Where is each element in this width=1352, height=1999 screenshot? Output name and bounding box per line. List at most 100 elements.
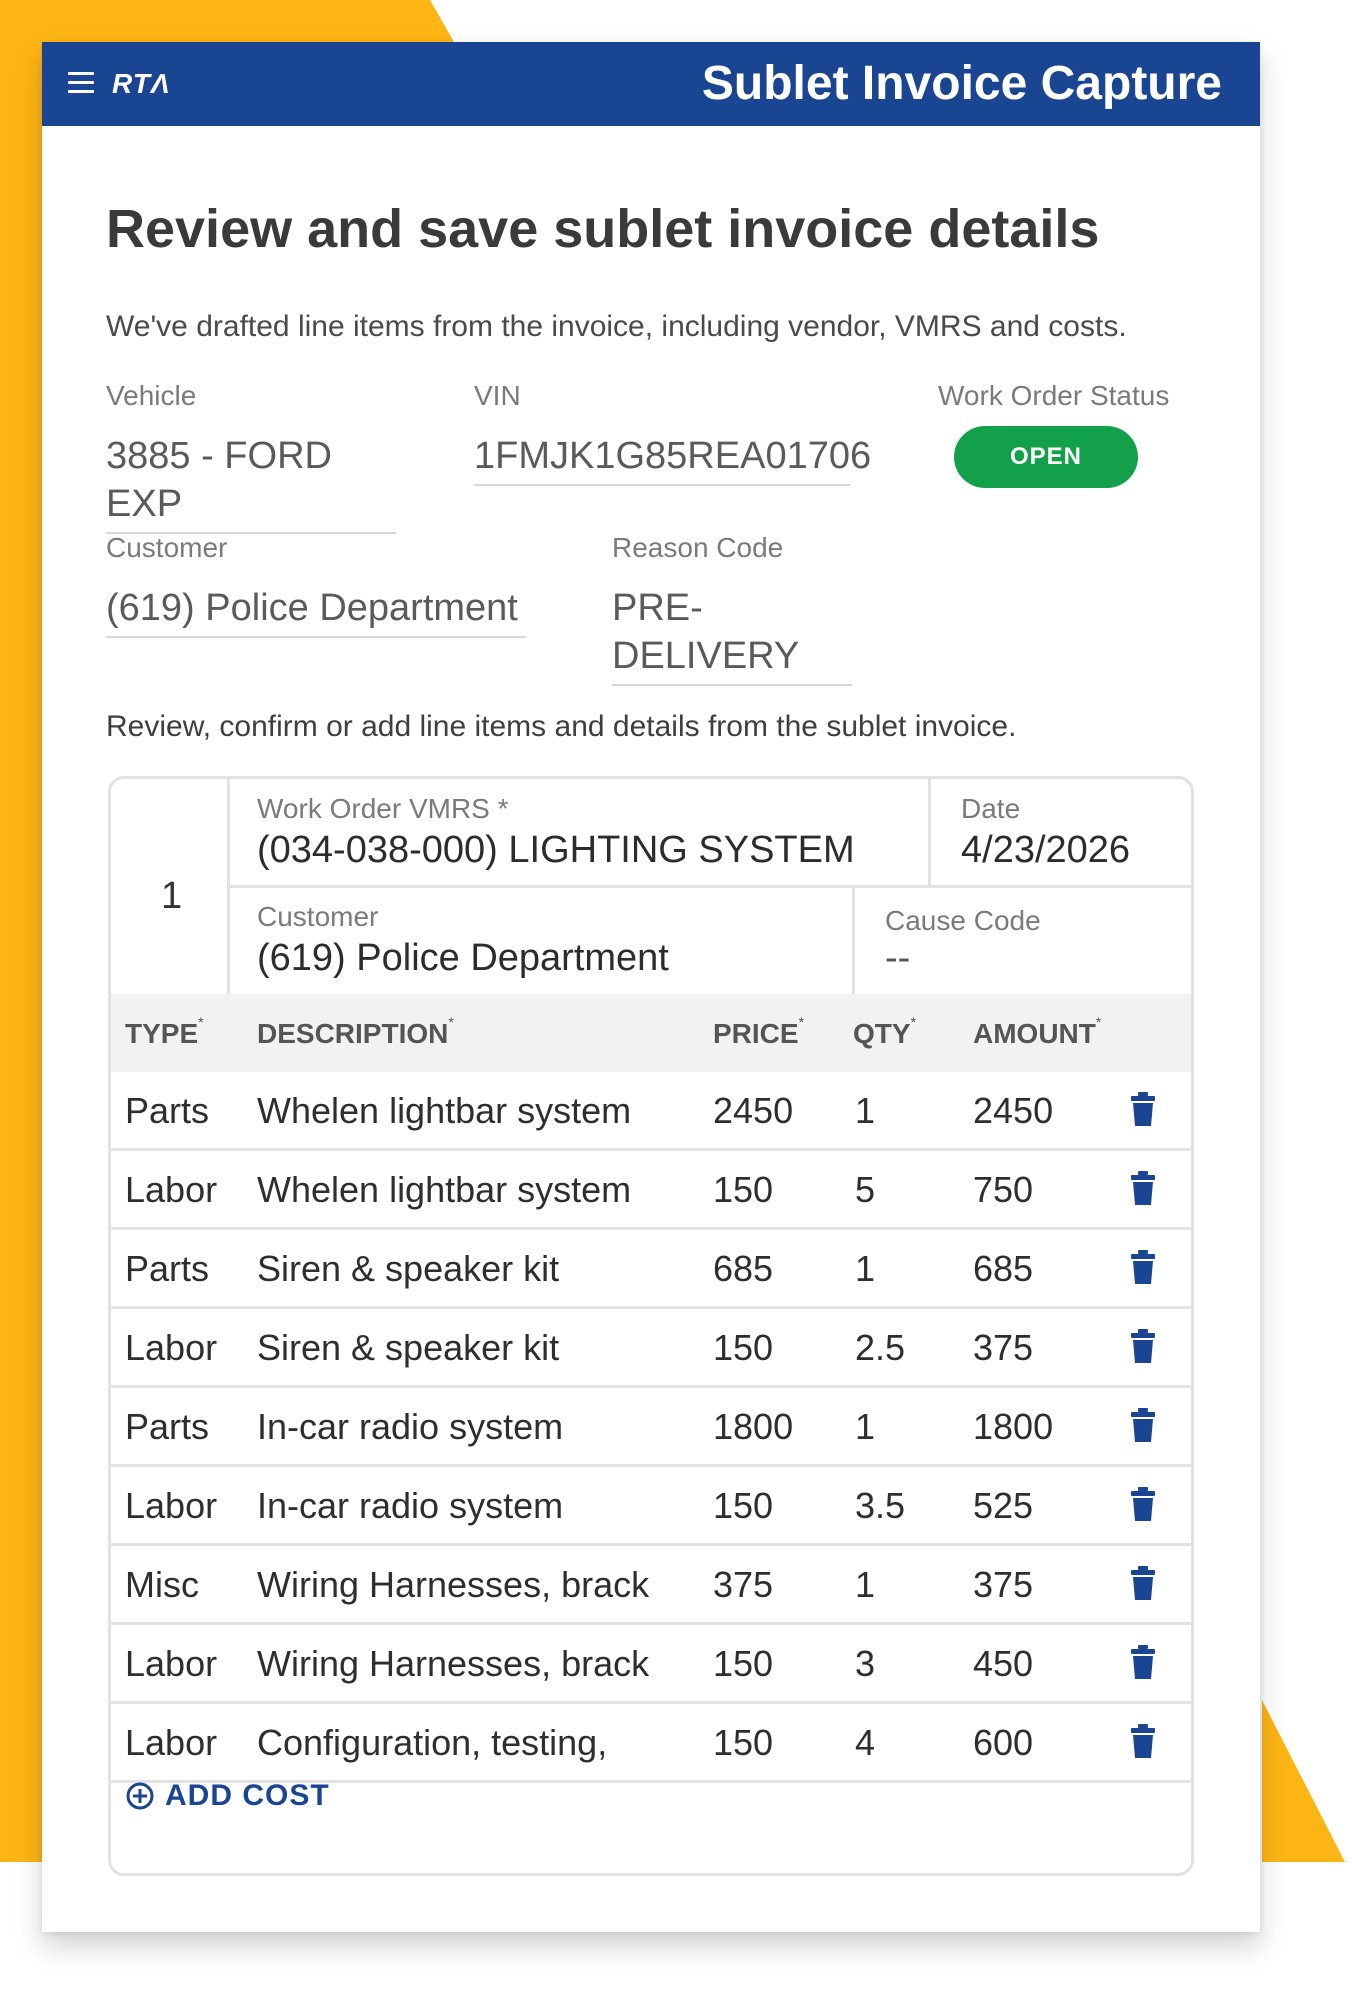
cell-description[interactable]: In-car radio system [257, 1485, 563, 1527]
cell-qty[interactable]: 2.5 [855, 1327, 905, 1369]
app-bar: RTΛ Sublet Invoice Capture [42, 42, 1260, 126]
work-order-status-label: Work Order Status [938, 380, 1170, 411]
plus-circle-icon [126, 1782, 154, 1810]
cell-price[interactable]: 150 [713, 1169, 773, 1211]
vehicle-label: Vehicle [106, 380, 197, 411]
cell-price[interactable]: 150 [713, 1643, 773, 1685]
cell-description[interactable]: In-car radio system [257, 1406, 563, 1448]
add-cost-label: ADD COST [165, 1779, 330, 1812]
page-title: Review and save sublet invoice details [106, 199, 1100, 259]
cell-amount[interactable]: 525 [973, 1485, 1033, 1527]
cell-qty[interactable]: 1 [855, 1090, 875, 1132]
line-customer-field[interactable]: (619) Police Department [257, 937, 669, 980]
table-row: Labor Wiring Harnesses, brack 150 3 450 [111, 1625, 1191, 1704]
vin-field[interactable]: 1FMJK1G85REA01706 [474, 432, 871, 486]
trash-icon[interactable] [1131, 1092, 1155, 1126]
cell-price[interactable]: 685 [713, 1248, 773, 1290]
cell-description[interactable]: Wiring Harnesses, brack [257, 1643, 649, 1685]
intro-text: We've drafted line items from the invoic… [106, 310, 1127, 343]
table-row: Parts Whelen lightbar system 2450 1 2450 [111, 1072, 1191, 1151]
cell-type[interactable]: Parts [125, 1406, 209, 1448]
cell-type[interactable]: Labor [125, 1485, 217, 1527]
vehicle-field[interactable]: 3885 - FORD EXP [106, 432, 396, 534]
customer-field[interactable]: (619) Police Department [106, 584, 526, 638]
table-row: Parts In-car radio system 1800 1 1800 [111, 1388, 1191, 1467]
table-row: Labor Whelen lightbar system 150 5 750 [111, 1151, 1191, 1230]
table-body: Parts Whelen lightbar system 2450 1 2450… [111, 1072, 1191, 1783]
cell-amount[interactable]: 2450 [973, 1090, 1053, 1132]
header-price: PRICE* [713, 1014, 805, 1049]
cell-price[interactable]: 2450 [713, 1090, 793, 1132]
cell-amount[interactable]: 375 [973, 1327, 1033, 1369]
vmrs-label: Work Order VMRS * [257, 793, 509, 824]
vmrs-field[interactable]: (034-038-000) LIGHTING SYSTEM [257, 829, 855, 872]
divider [227, 885, 1191, 888]
trash-icon[interactable] [1131, 1566, 1155, 1600]
cell-description[interactable]: Whelen lightbar system [257, 1169, 631, 1211]
table-row: Parts Siren & speaker kit 685 1 685 [111, 1230, 1191, 1309]
trash-icon[interactable] [1131, 1329, 1155, 1363]
hamburger-menu-icon[interactable] [68, 72, 94, 96]
line-item-number: 1 [161, 875, 183, 917]
review-instructions: Review, confirm or add line items and de… [106, 710, 1017, 743]
app-title: Sublet Invoice Capture [701, 57, 1222, 110]
header-amount: AMOUNT* [973, 1014, 1102, 1049]
cell-amount[interactable]: 1800 [973, 1406, 1053, 1448]
work-order-status-badge: OPEN [954, 426, 1138, 488]
trash-icon[interactable] [1131, 1645, 1155, 1679]
cell-qty[interactable]: 5 [855, 1169, 875, 1211]
trash-icon[interactable] [1131, 1724, 1155, 1758]
divider [852, 887, 855, 994]
cell-description[interactable]: Configuration, testing, [257, 1722, 607, 1764]
cell-type[interactable]: Misc [125, 1564, 199, 1606]
cell-price[interactable]: 150 [713, 1327, 773, 1369]
cell-qty[interactable]: 1 [855, 1248, 875, 1290]
trash-icon[interactable] [1131, 1250, 1155, 1284]
table-row: Labor In-car radio system 150 3.5 525 [111, 1467, 1191, 1546]
cell-type[interactable]: Labor [125, 1643, 217, 1685]
cell-type[interactable]: Parts [125, 1248, 209, 1290]
cell-qty[interactable]: 3 [855, 1643, 875, 1685]
header-type: TYPE* [125, 1014, 204, 1049]
cell-type[interactable]: Parts [125, 1090, 209, 1132]
cell-price[interactable]: 375 [713, 1564, 773, 1606]
cell-qty[interactable]: 3.5 [855, 1485, 905, 1527]
reason-code-field[interactable]: PRE-DELIVERY [612, 584, 852, 686]
cell-type[interactable]: Labor [125, 1722, 217, 1764]
line-item-card: 1 Work Order VMRS * (034-038-000) LIGHTI… [108, 776, 1194, 1876]
cell-qty[interactable]: 4 [855, 1722, 875, 1764]
divider [928, 779, 931, 887]
date-label: Date [961, 793, 1021, 824]
cell-amount[interactable]: 375 [973, 1564, 1033, 1606]
cell-price[interactable]: 150 [713, 1722, 773, 1764]
header-description: DESCRIPTION* [257, 1014, 454, 1049]
header-qty: QTY* [853, 1014, 917, 1049]
cell-price[interactable]: 1800 [713, 1406, 793, 1448]
table-row: Labor Configuration, testing, 150 4 600 [111, 1704, 1191, 1783]
cell-amount[interactable]: 750 [973, 1169, 1033, 1211]
customer-label: Customer [106, 532, 228, 563]
cell-description[interactable]: Whelen lightbar system [257, 1090, 631, 1132]
trash-icon[interactable] [1131, 1487, 1155, 1521]
trash-icon[interactable] [1131, 1171, 1155, 1205]
cell-description[interactable]: Siren & speaker kit [257, 1327, 559, 1369]
cell-qty[interactable]: 1 [855, 1564, 875, 1606]
line-customer-label: Customer [257, 901, 379, 932]
add-cost-button[interactable]: ADD COST [125, 1779, 330, 1813]
table-row: Misc Wiring Harnesses, brack 375 1 375 [111, 1546, 1191, 1625]
table-header: TYPE* DESCRIPTION* PRICE* QTY* AMOUNT* [111, 994, 1191, 1072]
cell-description[interactable]: Siren & speaker kit [257, 1248, 559, 1290]
cell-type[interactable]: Labor [125, 1327, 217, 1369]
cell-qty[interactable]: 1 [855, 1406, 875, 1448]
trash-icon[interactable] [1131, 1408, 1155, 1442]
cell-amount[interactable]: 450 [973, 1643, 1033, 1685]
cell-type[interactable]: Labor [125, 1169, 217, 1211]
cell-description[interactable]: Wiring Harnesses, brack [257, 1564, 649, 1606]
cell-amount[interactable]: 600 [973, 1722, 1033, 1764]
cause-code-field[interactable]: -- [885, 937, 910, 980]
table-row: Labor Siren & speaker kit 150 2.5 375 [111, 1309, 1191, 1388]
date-field[interactable]: 4/23/2026 [961, 829, 1130, 872]
vin-label: VIN [474, 380, 521, 411]
cell-price[interactable]: 150 [713, 1485, 773, 1527]
cell-amount[interactable]: 685 [973, 1248, 1033, 1290]
